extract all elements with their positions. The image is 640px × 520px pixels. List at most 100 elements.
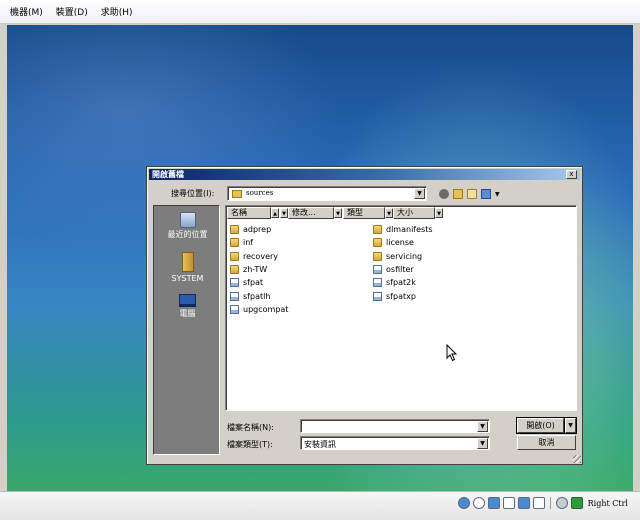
look-in-dropdown[interactable]: sources ▼ xyxy=(227,186,427,201)
filetype-dropdown[interactable]: 安裝資訊 ▼ xyxy=(300,436,490,450)
filename-input[interactable]: ▼ xyxy=(300,419,490,433)
host-statusbar: Right Ctrl xyxy=(0,491,640,520)
column-filter-button[interactable]: ▼ xyxy=(435,208,443,218)
column-header-type[interactable]: 類型 xyxy=(343,207,385,219)
look-in-label: 搜尋位置(I): xyxy=(171,189,215,198)
filetype-value: 安裝資訊 xyxy=(304,440,336,449)
file-item[interactable]: sfpat2k xyxy=(373,277,416,288)
file-name: osfilter xyxy=(386,264,414,274)
status-icons: Right Ctrl xyxy=(457,496,628,510)
file-icon xyxy=(373,291,382,301)
file-name: sfpatlh xyxy=(243,291,271,301)
file-name: adprep xyxy=(243,225,272,234)
open-options-button[interactable]: ▼ xyxy=(564,417,577,434)
place-system[interactable]: SYSTEM xyxy=(154,252,221,284)
column-filter-button[interactable]: ▼ xyxy=(334,208,342,218)
chevron-down-icon[interactable]: ▼ xyxy=(414,188,425,199)
close-button[interactable]: x xyxy=(566,170,577,179)
dialog-titlebar[interactable]: 開啟舊檔 x xyxy=(149,169,580,180)
host-key-icon xyxy=(570,497,583,509)
up-folder-icon[interactable] xyxy=(453,189,463,199)
new-folder-icon[interactable] xyxy=(467,189,477,199)
host-menubar: 機器(M) 裝置(D) 求助(H) xyxy=(0,0,640,24)
folder-icon xyxy=(230,251,239,261)
column-header-name[interactable]: 名稱 xyxy=(227,207,271,219)
menu-machine[interactable]: 機器(M) xyxy=(10,5,43,18)
open-file-dialog: 開啟舊檔 x 搜尋位置(I): sources ▼ ▼ 最近的位置 SYSTEM xyxy=(146,166,583,465)
view-menu-icon[interactable] xyxy=(481,189,491,199)
cancel-button[interactable]: 取消 xyxy=(517,435,576,450)
open-button[interactable]: 開啟(O) xyxy=(516,417,565,434)
file-icon xyxy=(373,264,382,274)
network-icon[interactable] xyxy=(487,497,500,509)
filetype-label: 檔案類型(T): xyxy=(227,440,273,449)
file-item[interactable]: license xyxy=(373,237,414,248)
column-header-size[interactable]: 大小 xyxy=(393,207,435,219)
column-header-modified[interactable]: 修改... xyxy=(288,207,334,219)
file-name: servicing xyxy=(386,251,423,261)
folder-icon xyxy=(373,225,382,234)
host-key-label: Right Ctrl xyxy=(587,498,628,508)
file-item[interactable]: dlmanifests xyxy=(373,224,433,235)
file-name: dlmanifests xyxy=(386,225,433,234)
chevron-down-icon[interactable]: ▼ xyxy=(477,438,488,449)
file-name: sfpat xyxy=(243,278,264,288)
file-item[interactable]: sfpatlh xyxy=(230,291,270,302)
folder-icon xyxy=(373,251,382,261)
folder-icon xyxy=(230,264,239,274)
dialog-title: 開啟舊檔 xyxy=(152,170,184,179)
file-item[interactable]: adprep xyxy=(230,224,271,235)
places-bar: 最近的位置 SYSTEM 電腦 xyxy=(153,205,220,455)
place-label: 最近的位置 xyxy=(167,230,208,239)
folder-icon xyxy=(373,238,382,248)
file-item[interactable]: inf xyxy=(230,237,253,248)
recent-places-icon xyxy=(179,212,196,228)
user-folder-icon xyxy=(181,252,194,272)
file-name: recovery xyxy=(243,251,279,261)
place-computer[interactable]: 電腦 xyxy=(154,294,221,319)
back-icon[interactable] xyxy=(439,189,449,199)
folder-icon xyxy=(230,238,239,248)
look-in-value: sources xyxy=(246,189,274,197)
chevron-down-icon[interactable]: ▼ xyxy=(477,421,488,432)
file-item[interactable]: zh-TW xyxy=(230,264,267,275)
file-icon xyxy=(230,291,239,301)
file-item[interactable]: recovery xyxy=(230,251,278,262)
mouse-integration-icon[interactable] xyxy=(555,497,568,509)
file-item[interactable]: sfpat xyxy=(230,277,263,288)
place-label: 電腦 xyxy=(179,309,196,318)
place-recent[interactable]: 最近的位置 xyxy=(154,212,221,240)
menu-devices[interactable]: 裝置(D) xyxy=(56,5,88,18)
view-caret-icon[interactable]: ▼ xyxy=(495,191,500,198)
guest-desktop: 開啟舊檔 x 搜尋位置(I): sources ▼ ▼ 最近的位置 SYSTEM xyxy=(7,25,633,491)
file-list[interactable]: 名稱 ▲ ▼ 修改... ▼ 類型 ▼ 大小 ▼ adprep inf recove… xyxy=(225,205,577,411)
file-name: inf xyxy=(243,238,254,248)
sort-up-icon[interactable]: ▲ xyxy=(271,208,279,218)
display-icon[interactable] xyxy=(532,497,545,509)
file-item[interactable]: servicing xyxy=(373,251,422,262)
dialog-toolbar: ▼ xyxy=(439,189,500,199)
usb-icon[interactable] xyxy=(502,497,515,509)
file-item[interactable]: sfpatxp xyxy=(373,291,416,302)
optical-drive-icon[interactable] xyxy=(472,497,485,509)
resize-grip-icon[interactable] xyxy=(573,455,581,463)
status-divider xyxy=(549,497,551,509)
file-name: zh-TW xyxy=(243,264,268,274)
column-headers: 名稱 ▲ ▼ 修改... ▼ 類型 ▼ 大小 ▼ xyxy=(227,207,576,219)
file-item[interactable]: osfilter xyxy=(373,264,414,275)
hard-disk-icon[interactable] xyxy=(457,497,470,509)
file-icon xyxy=(230,278,239,288)
file-name: upgcompat xyxy=(243,304,289,314)
file-name: sfpat2k xyxy=(386,278,416,288)
computer-icon xyxy=(179,294,196,307)
folder-icon xyxy=(230,225,239,234)
menu-help[interactable]: 求助(H) xyxy=(101,5,133,18)
filename-label: 檔案名稱(N): xyxy=(227,423,274,432)
shared-folders-icon[interactable] xyxy=(517,497,530,509)
file-item[interactable]: upgcompat xyxy=(230,304,288,315)
column-filter-button[interactable]: ▼ xyxy=(385,208,393,218)
place-label: SYSTEM xyxy=(171,274,204,283)
file-name: license xyxy=(386,238,414,248)
column-filter-button[interactable]: ▼ xyxy=(280,208,288,218)
file-icon xyxy=(373,278,382,288)
